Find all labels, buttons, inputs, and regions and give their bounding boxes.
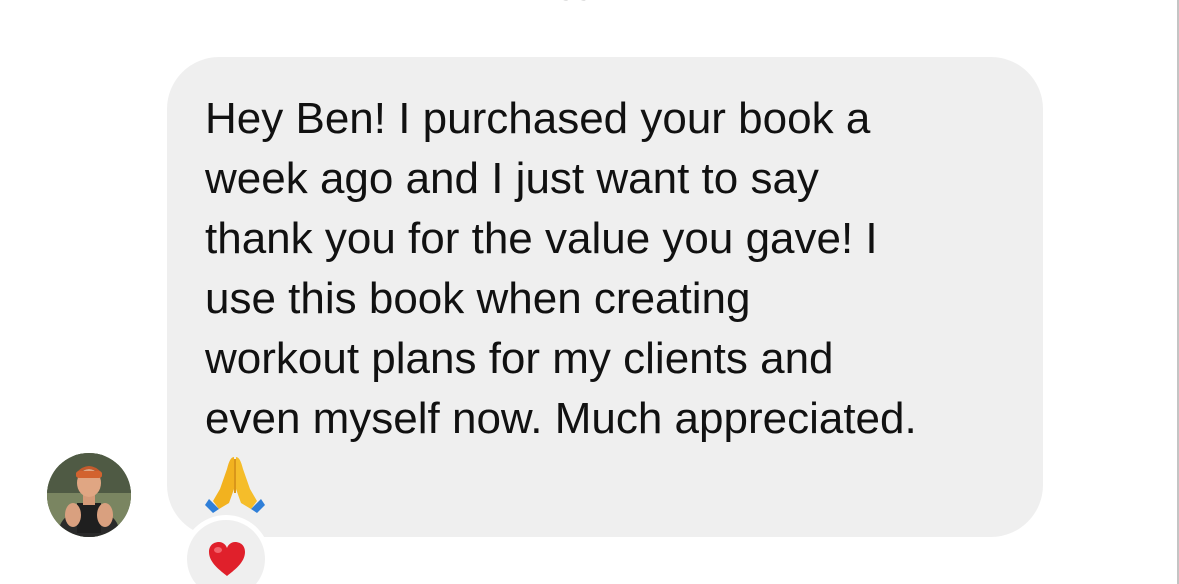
message-bubble[interactable]: Hey Ben! I purchased your book a week ag… <box>167 57 1043 537</box>
message-timestamp: 2:33 PM <box>0 0 1179 8</box>
red-heart-icon <box>209 542 245 576</box>
folded-hands-icon <box>205 457 265 513</box>
sender-avatar[interactable] <box>47 453 131 537</box>
avatar-photo-icon <box>47 453 131 537</box>
message-text: Hey Ben! I purchased your book a week ag… <box>205 94 917 443</box>
